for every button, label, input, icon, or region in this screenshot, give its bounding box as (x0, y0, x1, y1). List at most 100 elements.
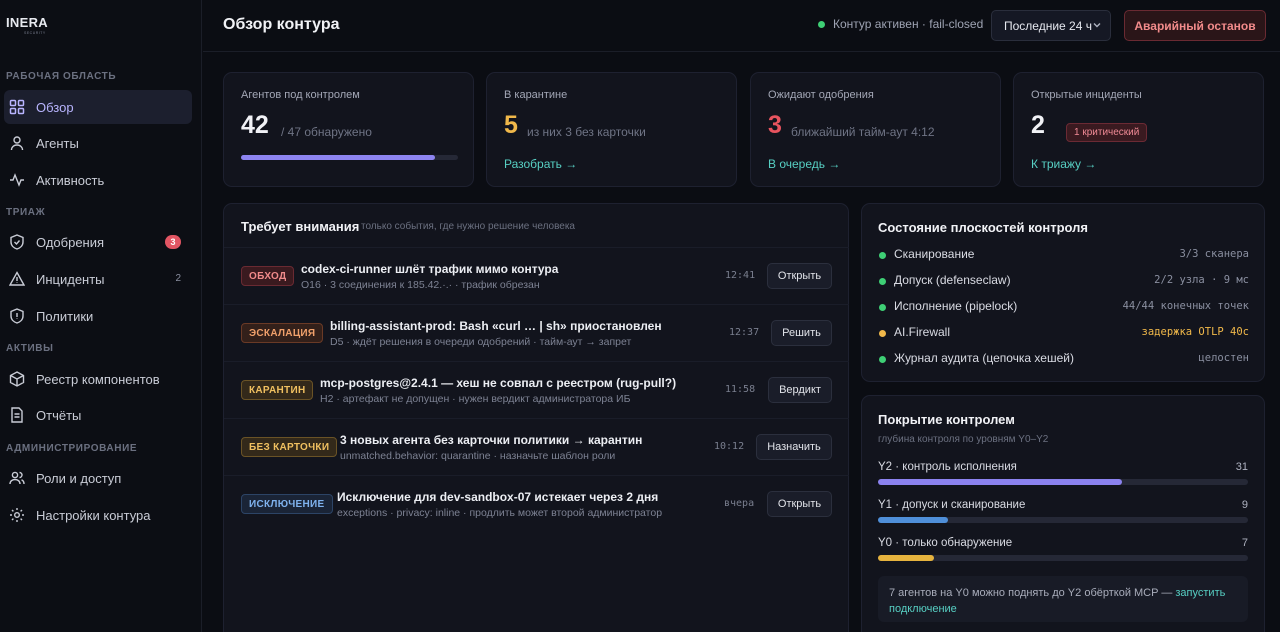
coverage-value: 7 (1241, 537, 1248, 549)
cube-icon (9, 371, 25, 387)
stat-card-quarantine: В карантине 5 из них 3 без карточки Разо… (486, 72, 737, 187)
stat-card-controlled: Агентов под контролем 42 / 47 обнаружено (223, 72, 474, 187)
section-assets: АКТИВЫ (6, 343, 54, 354)
coverage-name: Y1 · допуск и сканирование (878, 499, 1026, 511)
document-icon (9, 407, 25, 423)
coverage-subtitle: глубина контроля по уровням Y0–Y2 (878, 434, 1049, 445)
tag-no-card: БЕЗ КАРТОЧКИ (241, 437, 338, 457)
grid-icon (9, 99, 25, 115)
tag-bypass: ОБХОД (241, 266, 295, 286)
row-time: 12:37 (729, 327, 760, 338)
verdict-button[interactable]: Вердикт (768, 377, 832, 403)
tag-exception: ИСКЛЮЧЕНИЕ (241, 494, 333, 514)
coverage-panel: Покрытие контролем глубина контроля по у… (861, 395, 1265, 632)
stat-value: 5 (504, 111, 518, 139)
stat-label: Агентов под контролем (241, 89, 360, 101)
status-dot-icon (879, 356, 886, 363)
sidebar-item-label: Реестр компонентов (36, 371, 160, 387)
contour-status: Контур активен · fail-closed (818, 17, 983, 31)
row-desc: exceptions · privacy: inline · продлить … (337, 507, 663, 519)
status-dot-icon (879, 278, 886, 285)
shield-check-icon (9, 234, 25, 250)
plane-value: задержка OTLP 40с (1141, 326, 1249, 338)
status-text: Контур активен · fail-closed (833, 17, 984, 31)
sidebar: INERA SECURITY РАБОЧАЯ ОБЛАСТЬ Обзор Аге… (0, 0, 202, 632)
attention-row: ИСКЛЮЧЕНИЕ Исключение для dev-sandbox-07… (224, 475, 849, 532)
triage-link[interactable]: К триажу → (1031, 157, 1096, 171)
coverage-fill (878, 479, 1123, 485)
row-title: 3 новых агента без карточки политики → к… (340, 433, 643, 447)
plane-row: Журнал аудита (цепочка хешей) целостен (878, 349, 1249, 369)
plane-value: 3/3 сканера (1179, 248, 1249, 260)
sidebar-item-activity[interactable]: Активность (4, 163, 192, 197)
plane-row: AI.Firewall задержка OTLP 40с (878, 323, 1249, 343)
sidebar-item-roles[interactable]: Роли и доступ (4, 461, 192, 495)
top-bar: Обзор контура Контур активен · fail-clos… (203, 0, 1280, 52)
row-desc: H2 · артефакт не допущен · нужен вердикт… (320, 393, 631, 405)
coverage-row: Y2 · контроль исполнения 31 (878, 461, 1248, 487)
row-title: codex-ci-runner шлёт трафик мимо контура (301, 262, 559, 276)
plane-row: Сканирование 3/3 сканера (878, 245, 1249, 265)
open-button[interactable]: Открыть (767, 491, 832, 517)
sidebar-item-incidents[interactable]: Инциденты 2 (4, 262, 192, 296)
sidebar-item-label: Обзор (36, 99, 74, 115)
stat-value: 2 (1031, 111, 1045, 139)
assign-button[interactable]: Назначить (756, 434, 832, 460)
controlled-progress-fill (241, 155, 435, 160)
sidebar-item-overview[interactable]: Обзор (4, 90, 192, 124)
chevron-down-icon (1093, 23, 1101, 28)
row-time: 12:41 (725, 270, 756, 281)
sidebar-item-label: Настройки контура (36, 507, 151, 523)
plane-name: Журнал аудита (цепочка хешей) (894, 351, 1074, 365)
status-dot-icon (879, 252, 886, 259)
row-desc: D5 · ждёт решения в очереди одобрений · … (330, 336, 632, 348)
shield-icon (9, 308, 25, 324)
time-range-value: Последние 24 ч (1004, 18, 1092, 33)
planes-title: Состояние плоскостей контроля (878, 220, 1088, 235)
brand-name: INERA (6, 15, 48, 30)
row-time: 10:12 (714, 441, 745, 452)
stat-card-incidents: Открытые инциденты 2 1 критический К три… (1013, 72, 1264, 187)
coverage-title: Покрытие контролем (878, 412, 1015, 427)
attention-row: КАРАНТИН mcp-postgres@2.4.1 — хеш не сов… (224, 361, 849, 418)
page-title: Обзор контура (223, 16, 340, 33)
quarantine-link[interactable]: Разобрать → (504, 157, 577, 171)
coverage-track (878, 555, 1248, 561)
tag-escalation: ЭСКАЛАЦИЯ (241, 323, 324, 343)
sidebar-item-label: Одобрения (36, 234, 105, 250)
brand-logo[interactable]: INERA SECURITY (6, 14, 52, 36)
sidebar-item-settings[interactable]: Настройки контура (4, 498, 192, 532)
gear-icon (9, 507, 25, 523)
plane-name: Сканирование (894, 247, 975, 261)
sidebar-item-label: Активность (36, 172, 105, 188)
sidebar-item-approvals[interactable]: Одобрения 3 (4, 225, 192, 259)
stat-sub: ближайший тайм-аут 4:12 (791, 125, 935, 139)
attention-subtitle: только события, где нужно решение челове… (361, 221, 575, 232)
coverage-name: Y0 · только обнаружение (878, 537, 1013, 549)
row-time: вчера (724, 498, 755, 509)
plane-name: Исполнение (pipelock) (894, 299, 1018, 313)
attention-row: ОБХОД codex-ci-runner шлёт трафик мимо к… (224, 247, 849, 304)
resolve-button[interactable]: Решить (771, 320, 832, 346)
time-range-select[interactable]: Последние 24 ч (991, 10, 1111, 41)
sidebar-item-reports[interactable]: Отчёты (4, 398, 192, 432)
row-desc: O16 · 3 соединения к 185.42.·.· · трафик… (301, 279, 540, 291)
stat-label: Открытые инциденты (1031, 89, 1142, 101)
brand-sub: SECURITY (24, 31, 46, 35)
row-desc: unmatched.behavior: quarantine · назначь… (340, 450, 616, 462)
coverage-track (878, 517, 1248, 523)
incidents-count: 2 (175, 273, 181, 284)
open-button[interactable]: Открыть (767, 263, 832, 289)
emergency-stop-button[interactable]: Аварийный останов (1124, 10, 1266, 41)
sidebar-item-policies[interactable]: Политики (4, 299, 192, 333)
section-workspace: РАБОЧАЯ ОБЛАСТЬ (6, 71, 117, 82)
attention-panel: Требует внимания только события, где нуж… (223, 203, 849, 632)
approvals-queue-link[interactable]: В очередь → (768, 157, 840, 171)
sidebar-item-agents[interactable]: Агенты (4, 126, 192, 160)
plane-name: AI.Firewall (894, 325, 951, 339)
status-dot-icon (818, 20, 825, 28)
coverage-value: 9 (1241, 499, 1248, 511)
sidebar-item-label: Инциденты (36, 271, 105, 287)
coverage-note-text: 7 агентов на Y0 можно поднять до Y2 обёр… (889, 587, 1173, 599)
sidebar-item-registry[interactable]: Реестр компонентов (4, 362, 192, 396)
